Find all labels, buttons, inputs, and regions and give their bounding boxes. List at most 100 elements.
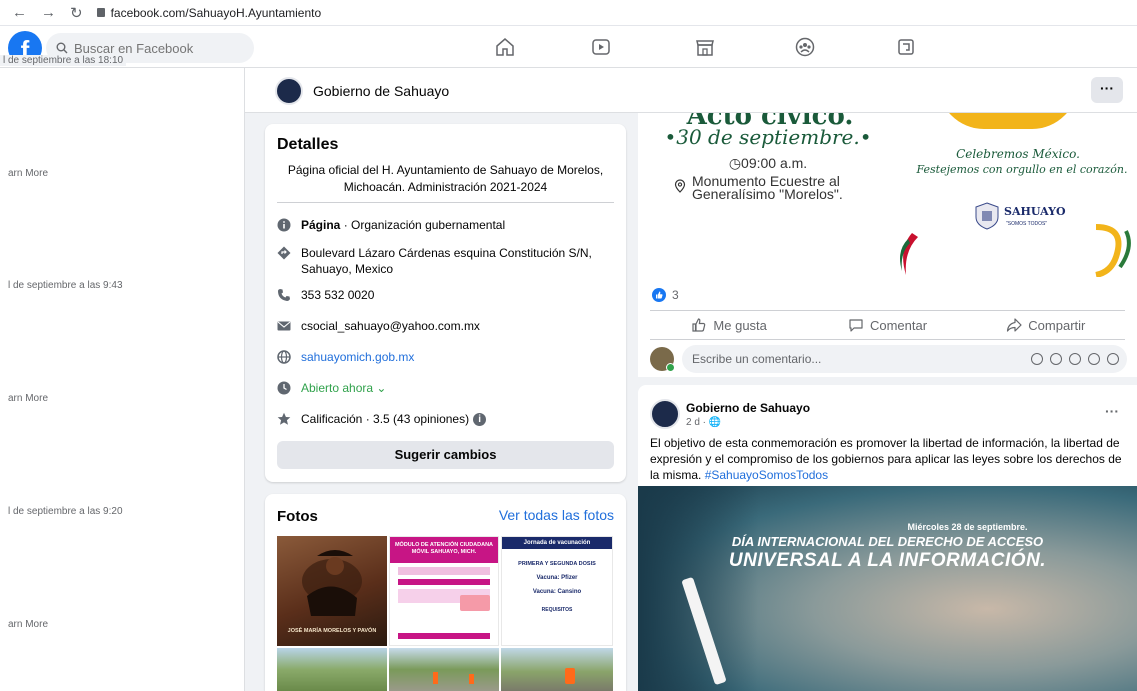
photo-text: Vacuna: Pfizer xyxy=(536,575,578,581)
post-author-name[interactable]: Gobierno de Sahuayo xyxy=(686,401,810,415)
info-icon[interactable]: i xyxy=(473,413,487,427)
photo-thumbnail[interactable] xyxy=(389,648,499,691)
photo-thumbnail[interactable] xyxy=(501,648,613,691)
watch-video-icon[interactable] xyxy=(588,34,614,60)
website-row: sahuayomich.gob.mx xyxy=(277,349,616,365)
photo-thumbnail[interactable]: Jornada de vacunación PRIMERA Y SEGUNDA … xyxy=(501,536,613,646)
comment-label: Comentar xyxy=(869,317,928,333)
photo-text: PRIMERA Y SEGUNDA DOSIS xyxy=(518,561,596,567)
photo-caption: JOSÉ MARÍA MORELOS Y PAVÓN xyxy=(287,628,377,634)
phone-icon xyxy=(277,288,291,302)
timestamp-label: l de septiembre a las 18:10 xyxy=(0,55,127,66)
more-options-button[interactable]: ··· xyxy=(1091,77,1123,103)
like-reaction-icon xyxy=(652,288,666,302)
photos-title: Fotos xyxy=(277,508,318,525)
comment-placeholder: Escribe un comentario... xyxy=(692,352,822,366)
browser-url-bar: ← → ↻ facebook.com/SahuayoH.Ayuntamiento xyxy=(0,0,1137,26)
rating-text: Calificación · 3.5 (43 opiniones) xyxy=(301,412,470,426)
post-image[interactable]: Acto cívico. •30 de septiembre.• ◷09:00 … xyxy=(638,113,1137,277)
groups-icon[interactable] xyxy=(792,34,818,60)
location-pin-icon xyxy=(674,179,686,193)
share-button[interactable]: Compartir xyxy=(967,311,1125,339)
learn-more-link[interactable]: arn More xyxy=(8,168,48,179)
post-card: Acto cívico. •30 de septiembre.• ◷09:00 … xyxy=(638,113,1137,377)
photo-caption: Jornada de vacunación xyxy=(502,537,612,549)
see-all-photos-link[interactable]: Ver todas las fotos xyxy=(499,507,614,523)
comment-input[interactable]: Escribe un comentario... xyxy=(682,345,1127,373)
url-text: facebook.com/SahuayoH.Ayuntamiento xyxy=(110,5,322,20)
category-text: · Organización gubernamental xyxy=(340,218,506,232)
learn-more-link[interactable]: arn More xyxy=(8,619,48,630)
decorative-shape xyxy=(900,233,918,275)
marketplace-icon[interactable] xyxy=(692,34,718,60)
post-card: Gobierno de Sahuayo 2 d · 🌐 ··· El objet… xyxy=(638,385,1137,691)
photo-thumbnail[interactable]: MÓDULO DE ATENCIÓN CIUDADANA MÓVIL SAHUA… xyxy=(389,536,499,646)
star-icon xyxy=(277,412,291,426)
logo-subtext: "SOMOS TODOS" xyxy=(1006,221,1048,227)
share-arrow-icon xyxy=(1007,318,1022,332)
chevron-down-icon[interactable]: ⌄ xyxy=(376,381,386,395)
website-link[interactable]: sahuayomich.gob.mx xyxy=(301,349,414,365)
timestamp-label: l de septiembre a las 9:43 xyxy=(8,280,123,291)
timestamp-label: l de septiembre a las 9:20 xyxy=(8,506,123,517)
gif-icon[interactable] xyxy=(1088,353,1100,365)
category-type: Página xyxy=(301,218,341,232)
emoji-icon[interactable] xyxy=(1050,353,1062,365)
camera-icon[interactable] xyxy=(1069,353,1081,365)
event-date: •30 de septiembre.• xyxy=(664,125,872,149)
image-headline-line1: DÍA INTERNACIONAL DEL DERECHO DE ACCESO xyxy=(731,534,1044,549)
slogan-line1: Celebremos México. xyxy=(956,147,1080,161)
lock-icon xyxy=(96,8,105,17)
comment-bubble-icon xyxy=(849,319,863,332)
photo-thumbnail[interactable]: JOSÉ MARÍA MORELOS Y PAVÓN xyxy=(277,536,387,646)
home-icon[interactable] xyxy=(492,34,518,60)
decorative-shape xyxy=(938,113,1078,129)
photos-card: Fotos Ver todas las fotos JOSÉ MARÍA MOR… xyxy=(265,494,626,691)
city-seal-icon xyxy=(972,201,1002,231)
learn-more-link[interactable]: arn More xyxy=(8,393,48,404)
search-input[interactable] xyxy=(74,40,234,56)
comment-button[interactable]: Comentar xyxy=(808,311,966,339)
address-text: Boulevard Lázaro Cárdenas esquina Consti… xyxy=(301,246,592,276)
phone-row: 353 532 0020 xyxy=(277,287,616,303)
hours-status: Abierto ahora xyxy=(301,381,374,395)
back-arrow-icon[interactable]: ← xyxy=(12,4,27,21)
slogan-line2: Festejemos con orgullo en el corazón. xyxy=(916,163,1128,176)
reactions-summary[interactable]: 3 xyxy=(652,288,679,302)
post-image[interactable]: Miércoles 28 de septiembre. DÍA INTERNAC… xyxy=(638,486,1137,691)
email-address[interactable]: csocial_sahuayo@yahoo.com.mx xyxy=(301,318,480,334)
thumbs-up-icon xyxy=(692,318,706,332)
forward-arrow-icon[interactable]: → xyxy=(41,4,56,21)
facebook-top-bar: f xyxy=(0,26,1137,68)
logo-text: SAHUAYO xyxy=(1004,205,1066,218)
address-row: Boulevard Lázaro Cárdenas esquina Consti… xyxy=(277,245,616,277)
email-row: csocial_sahuayo@yahoo.com.mx xyxy=(277,318,616,334)
page-name[interactable]: Gobierno de Sahuayo xyxy=(313,83,449,99)
page-avatar[interactable] xyxy=(275,77,303,105)
page-description: Página oficial del H. Ayuntamiento de Sa… xyxy=(287,163,604,194)
photo-thumbnail[interactable] xyxy=(277,648,387,691)
post-author-avatar[interactable] xyxy=(650,399,680,429)
post-more-options-button[interactable]: ··· xyxy=(1105,403,1119,419)
gaming-icon[interactable] xyxy=(893,34,919,60)
hours-row[interactable]: Abierto ahora ⌄ xyxy=(277,380,616,396)
post-timestamp[interactable]: 2 d · 🌐 xyxy=(686,417,721,428)
event-place-line2: Generalísimo "Morelos". xyxy=(692,186,843,202)
reload-icon[interactable]: ↻ xyxy=(70,4,83,22)
suggest-edits-button[interactable]: Sugerir cambios xyxy=(277,441,614,469)
avatar-sticker-icon[interactable] xyxy=(1031,353,1043,365)
user-avatar[interactable] xyxy=(650,347,675,372)
like-button[interactable]: Me gusta xyxy=(650,311,808,339)
sticker-icon[interactable] xyxy=(1107,353,1119,365)
info-icon xyxy=(277,218,291,232)
details-title: Detalles xyxy=(277,136,339,153)
image-headline-line2: UNIVERSAL A LA INFORMACIÓN. xyxy=(728,550,1047,571)
image-date: Miércoles 28 de septiembre. xyxy=(907,522,1028,532)
details-card: Detalles Página oficial del H. Ayuntamie… xyxy=(265,124,626,482)
globe-icon xyxy=(277,350,291,364)
left-column: arn More l de septiembre a las 9:43 arn … xyxy=(0,68,245,691)
post-actions: Me gusta Comentar Compartir xyxy=(650,310,1125,340)
event-time: ◷09:00 a.m. xyxy=(728,155,808,171)
address-field[interactable]: facebook.com/SahuayoH.Ayuntamiento xyxy=(96,5,322,20)
photo-caption: MÓDULO DE ATENCIÓN CIUDADANA MÓVIL SAHUA… xyxy=(390,537,498,563)
